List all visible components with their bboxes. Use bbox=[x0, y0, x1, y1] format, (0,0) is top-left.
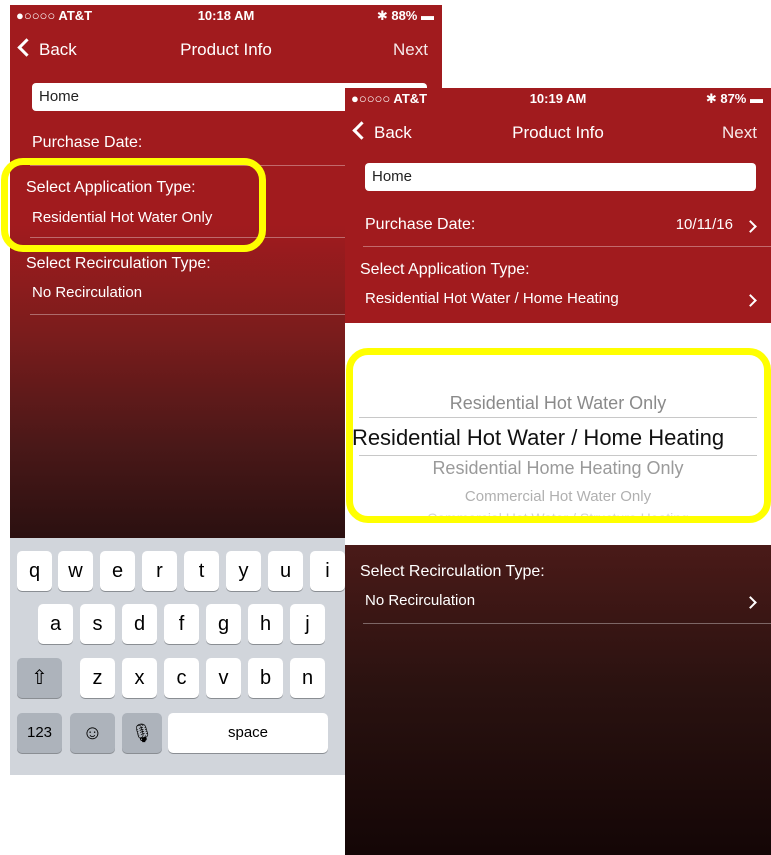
highlight-application-type bbox=[1, 158, 266, 252]
next-button[interactable]: Next bbox=[722, 123, 757, 143]
dictation-key[interactable]: 🎙 bbox=[122, 713, 162, 753]
key-c[interactable]: c bbox=[164, 658, 199, 698]
key-a[interactable]: a bbox=[38, 604, 73, 644]
recirculation-type-value[interactable]: No Recirculation bbox=[365, 592, 475, 609]
status-bar: ●○○○○ AT&T 10:18 AM ✱ 88% ▬ bbox=[10, 5, 442, 27]
chevron-right-icon bbox=[744, 220, 757, 233]
status-bar: ●○○○○ AT&T 10:19 AM ✱ 87% ▬ bbox=[345, 88, 771, 110]
page-title: Product Info bbox=[512, 123, 604, 142]
recirculation-type-label[interactable]: Select Recirculation Type: bbox=[26, 255, 211, 273]
key-s[interactable]: s bbox=[80, 604, 115, 644]
key-t[interactable]: t bbox=[184, 551, 219, 591]
chevron-right-icon bbox=[744, 596, 757, 609]
key-d[interactable]: d bbox=[122, 604, 157, 644]
application-type-value[interactable]: Residential Hot Water / Home Heating bbox=[365, 290, 619, 307]
shift-key[interactable]: ⇧ bbox=[17, 658, 62, 698]
purchase-date-label[interactable]: Purchase Date: bbox=[32, 134, 142, 152]
key-u[interactable]: u bbox=[268, 551, 303, 591]
space-key[interactable]: space bbox=[168, 713, 328, 753]
key-b[interactable]: b bbox=[248, 658, 283, 698]
emoji-key[interactable]: ☺ bbox=[70, 713, 115, 753]
purchase-date-value[interactable]: 10/11/16 bbox=[676, 216, 733, 233]
microphone-icon: 🎙 bbox=[130, 723, 154, 743]
application-type-label[interactable]: Select Application Type: bbox=[360, 261, 530, 279]
nav-bar: Back Product Info Next bbox=[345, 118, 771, 152]
recirculation-type-label[interactable]: Select Recirculation Type: bbox=[360, 563, 545, 581]
key-j[interactable]: j bbox=[290, 604, 325, 644]
nav-bar: Back Product Info Next bbox=[10, 35, 442, 69]
battery-indicator: ✱ 87% ▬ bbox=[705, 91, 763, 106]
highlight-picker bbox=[346, 348, 771, 523]
page-title: Product Info bbox=[180, 40, 272, 59]
divider bbox=[363, 623, 771, 624]
battery-percent: 88% bbox=[391, 8, 418, 23]
key-e[interactable]: e bbox=[100, 551, 135, 591]
key-q[interactable]: q bbox=[17, 551, 52, 591]
chevron-right-icon bbox=[744, 294, 757, 307]
key-i[interactable]: i bbox=[310, 551, 345, 591]
battery-indicator: ✱ 88% ▬ bbox=[376, 8, 434, 23]
key-z[interactable]: z bbox=[80, 658, 115, 698]
key-x[interactable]: x bbox=[122, 658, 157, 698]
recirculation-type-value[interactable]: No Recirculation bbox=[32, 284, 142, 301]
shift-icon: ⇧ bbox=[31, 667, 48, 689]
key-g[interactable]: g bbox=[206, 604, 241, 644]
divider bbox=[363, 246, 771, 247]
key-h[interactable]: h bbox=[248, 604, 283, 644]
emoji-icon: ☺ bbox=[82, 722, 103, 744]
name-input[interactable]: Home bbox=[365, 163, 756, 191]
key-y[interactable]: y bbox=[226, 551, 261, 591]
battery-percent: 87% bbox=[720, 91, 747, 106]
purchase-date-label[interactable]: Purchase Date: bbox=[365, 216, 475, 234]
numbers-key[interactable]: 123 bbox=[17, 713, 62, 753]
key-r[interactable]: r bbox=[142, 551, 177, 591]
key-f[interactable]: f bbox=[164, 604, 199, 644]
next-button[interactable]: Next bbox=[393, 40, 428, 60]
key-n[interactable]: n bbox=[290, 658, 325, 698]
key-w[interactable]: w bbox=[58, 551, 93, 591]
key-v[interactable]: v bbox=[206, 658, 241, 698]
